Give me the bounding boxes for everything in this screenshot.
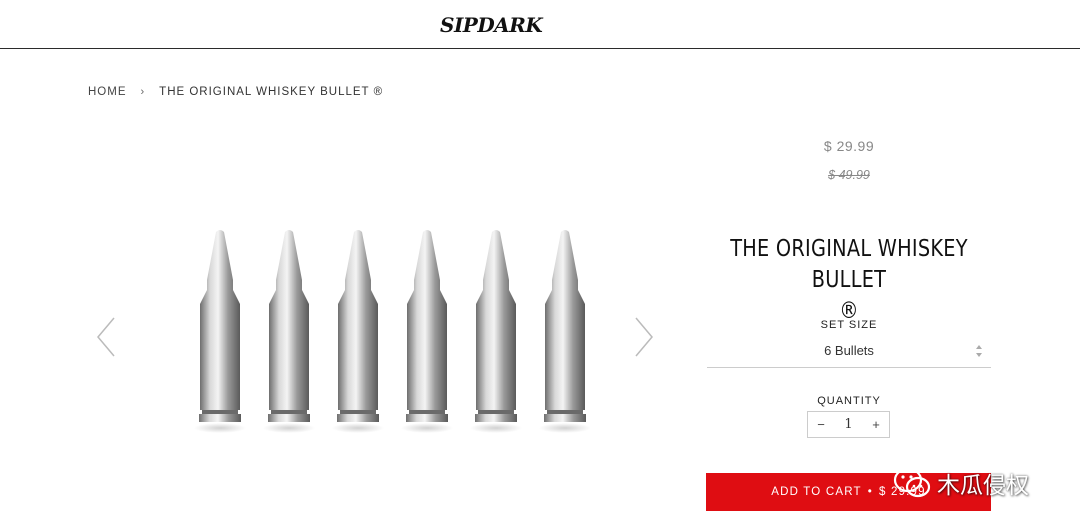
chevron-right-icon[interactable]: [632, 315, 656, 359]
set-size-select[interactable]: 6 Bullets: [707, 337, 991, 368]
breadcrumb-current: THE ORIGINAL WHISKEY BULLET ®: [159, 86, 384, 98]
add-to-cart-separator: •: [867, 486, 873, 498]
compare-price: $ 49.99: [828, 168, 870, 182]
quantity-increase-button[interactable]: +: [863, 417, 889, 432]
quantity-input[interactable]: 1: [834, 417, 863, 432]
product-image: [194, 230, 590, 433]
bullet-2: [263, 230, 315, 433]
product-title: THE ORIGINAL WHISKEY BULLET ®: [724, 234, 974, 327]
updown-chevron-icon: [976, 345, 982, 357]
chevron-left-icon[interactable]: [94, 315, 118, 359]
quantity-label: QUANTITY: [817, 395, 881, 407]
bullet-1: [194, 230, 246, 433]
quantity-decrease-button[interactable]: −: [808, 417, 834, 432]
set-size-value: 6 Bullets: [824, 343, 874, 358]
site-logo[interactable]: SIPDARK: [440, 10, 543, 40]
watermark-text: 木瓜侵权: [937, 473, 1029, 499]
bullet-4: [401, 230, 453, 433]
bullet-6: [539, 230, 590, 433]
watermark: 木瓜侵权: [893, 466, 1029, 500]
sale-price: $ 29.99: [823, 138, 875, 154]
set-size-label: SET SIZE: [820, 319, 878, 331]
wechat-icon: [893, 467, 931, 498]
quantity-stepper: − 1 +: [807, 411, 890, 438]
breadcrumb: HOME › THE ORIGINAL WHISKEY BULLET ®: [88, 86, 383, 98]
site-header: SIPDARK: [0, 0, 1080, 49]
bullet-5: [470, 230, 522, 433]
add-to-cart-label: ADD TO CART: [771, 486, 862, 498]
bullet-3: [332, 230, 384, 433]
product-gallery: [90, 200, 670, 460]
breadcrumb-separator: ›: [140, 86, 146, 98]
product-title-text: THE ORIGINAL WHISKEY BULLET: [730, 236, 968, 293]
breadcrumb-home-link[interactable]: HOME: [88, 86, 127, 98]
